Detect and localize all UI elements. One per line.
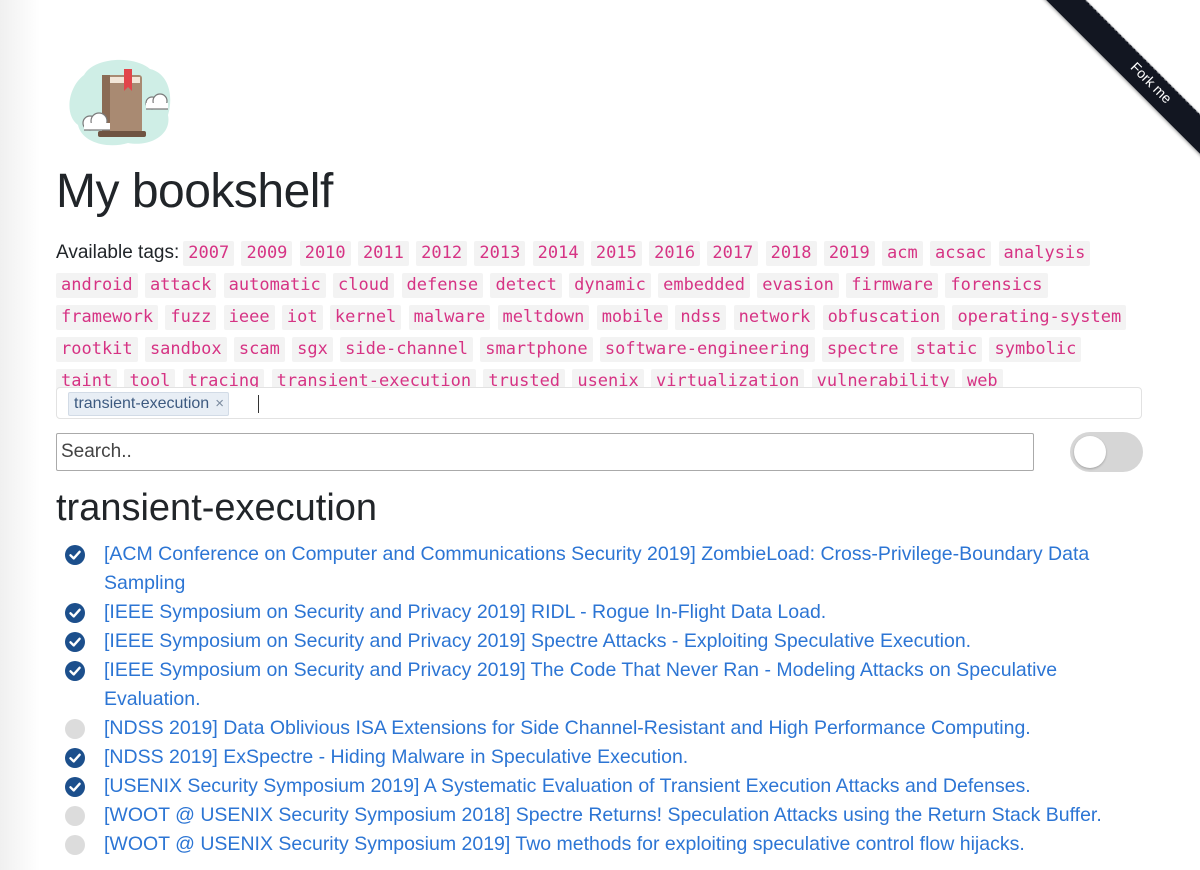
empty-circle-icon <box>65 806 85 826</box>
tag-mobile[interactable]: mobile <box>596 305 669 330</box>
tag-android[interactable]: android <box>56 273 138 298</box>
paper-link[interactable]: [IEEE Symposium on Security and Privacy … <box>104 659 1057 710</box>
tag-malware[interactable]: malware <box>408 305 491 330</box>
ribbon-text: Fork me on GitHub <box>1030 0 1200 170</box>
tag-forensics[interactable]: forensics <box>945 273 1048 298</box>
empty-circle-icon <box>65 719 85 739</box>
tag-scam[interactable]: scam <box>233 337 285 362</box>
tag-framework[interactable]: framework <box>56 305 159 330</box>
paper-link[interactable]: [USENIX Security Symposium 2019] A Syste… <box>104 775 1031 797</box>
tag-fuzz[interactable]: fuzz <box>165 305 217 330</box>
tag-kernel[interactable]: kernel <box>329 305 402 330</box>
tag-2019[interactable]: 2019 <box>823 241 875 266</box>
tag-2011[interactable]: 2011 <box>357 241 409 266</box>
tag-2017[interactable]: 2017 <box>707 241 759 266</box>
search-input[interactable] <box>56 433 1034 471</box>
tag-firmware[interactable]: firmware <box>846 273 939 298</box>
text-cursor <box>258 395 259 413</box>
tag-2015[interactable]: 2015 <box>590 241 642 266</box>
paper-item: [USENIX Security Symposium 2019] A Syste… <box>56 772 1144 801</box>
tag-embedded[interactable]: embedded <box>658 273 750 298</box>
tag-2010[interactable]: 2010 <box>299 241 351 266</box>
paper-link[interactable]: [WOOT @ USENIX Security Symposium 2018] … <box>104 804 1102 826</box>
paper-link[interactable]: [ACM Conference on Computer and Communic… <box>104 543 1089 594</box>
left-edge-shade <box>0 0 40 870</box>
paper-item: [WOOT @ USENIX Security Symposium 2019] … <box>56 830 1144 859</box>
tag-defense[interactable]: defense <box>401 273 484 298</box>
tag-iot[interactable]: iot <box>281 305 323 330</box>
tag-meltdown[interactable]: meltdown <box>497 305 590 330</box>
paper-item: [IEEE Symposium on Security and Privacy … <box>56 627 1144 656</box>
selected-tag-chip[interactable]: transient-execution × <box>68 392 229 416</box>
tag-ieee[interactable]: ieee <box>223 305 275 330</box>
tag-automatic[interactable]: automatic <box>223 273 326 298</box>
tag-filter-input[interactable]: transient-execution × <box>56 387 1142 419</box>
tag-smartphone[interactable]: smartphone <box>480 337 593 362</box>
github-ribbon[interactable]: Fork me on GitHub <box>1030 0 1200 170</box>
toggle-knob <box>1074 436 1106 468</box>
tag-obfuscation[interactable]: obfuscation <box>822 305 946 330</box>
tag-2012[interactable]: 2012 <box>416 241 468 266</box>
tag-sandbox[interactable]: sandbox <box>144 337 227 362</box>
tag-2009[interactable]: 2009 <box>241 241 293 266</box>
paper-item: [IEEE Symposium on Security and Privacy … <box>56 598 1144 627</box>
tag-network[interactable]: network <box>733 305 816 330</box>
tag-cloud[interactable]: cloud <box>333 273 395 298</box>
tag-ndss[interactable]: ndss <box>675 305 727 330</box>
paper-item: [NDSS 2019] Data Oblivious ISA Extension… <box>56 714 1144 743</box>
paper-link[interactable]: [NDSS 2019] ExSpectre - Hiding Malware i… <box>104 746 688 768</box>
paper-link[interactable]: [IEEE Symposium on Security and Privacy … <box>104 601 826 623</box>
available-tags: Available tags: 2007 2009 2010 2011 2012 … <box>56 238 1144 398</box>
remove-tag-icon[interactable]: × <box>215 395 224 412</box>
paper-link[interactable]: [WOOT @ USENIX Security Symposium 2019] … <box>104 833 1025 855</box>
tag-2013[interactable]: 2013 <box>474 241 526 266</box>
fork-me-ribbon[interactable]: Fork me on GitHub <box>1030 0 1200 170</box>
tag-detect[interactable]: detect <box>490 273 562 298</box>
tag-dynamic[interactable]: dynamic <box>569 273 651 298</box>
empty-circle-icon <box>65 835 85 855</box>
tag-software-engineering[interactable]: software-engineering <box>599 337 815 362</box>
tag-2014[interactable]: 2014 <box>532 241 584 266</box>
tag-operating-system[interactable]: operating-system <box>952 305 1127 330</box>
tag-acm[interactable]: acm <box>882 241 923 266</box>
tag-2016[interactable]: 2016 <box>649 241 701 266</box>
paper-item: [ACM Conference on Computer and Communic… <box>56 540 1144 598</box>
tag-attack[interactable]: attack <box>144 273 217 298</box>
check-circle-icon <box>65 661 85 681</box>
tags-label: Available tags: <box>56 242 180 263</box>
paper-item: [NDSS 2019] ExSpectre - Hiding Malware i… <box>56 743 1144 772</box>
check-circle-icon <box>65 545 85 565</box>
toggle-switch[interactable] <box>1070 432 1143 472</box>
check-circle-icon <box>65 603 85 623</box>
tag-acsac[interactable]: acsac <box>930 241 992 266</box>
check-circle-icon <box>65 777 85 797</box>
tag-sgx[interactable]: sgx <box>292 337 333 362</box>
check-circle-icon <box>65 632 85 652</box>
tag-evasion[interactable]: evasion <box>757 273 839 298</box>
tag-spectre[interactable]: spectre <box>821 337 904 362</box>
section-heading: transient-execution <box>56 487 378 529</box>
tag-2018[interactable]: 2018 <box>765 241 817 266</box>
paper-item: [IEEE Symposium on Security and Privacy … <box>56 656 1144 714</box>
tag-static[interactable]: static <box>910 337 983 362</box>
tag-symbolic[interactable]: symbolic <box>989 337 1082 362</box>
tag-analysis[interactable]: analysis <box>998 241 1091 266</box>
bookshelf-logo-icon <box>64 55 176 147</box>
paper-link[interactable]: [NDSS 2019] Data Oblivious ISA Extension… <box>104 717 1031 739</box>
tag-side-channel[interactable]: side-channel <box>340 337 473 362</box>
tag-rootkit[interactable]: rootkit <box>56 337 138 362</box>
selected-tag-label: transient-execution <box>74 395 210 412</box>
tag-2007[interactable]: 2007 <box>183 241 235 266</box>
page-title: My bookshelf <box>56 165 333 218</box>
check-circle-icon <box>65 748 85 768</box>
paper-list: [ACM Conference on Computer and Communic… <box>56 540 1144 859</box>
paper-item: [WOOT @ USENIX Security Symposium 2018] … <box>56 801 1144 830</box>
paper-link[interactable]: [IEEE Symposium on Security and Privacy … <box>104 630 971 652</box>
